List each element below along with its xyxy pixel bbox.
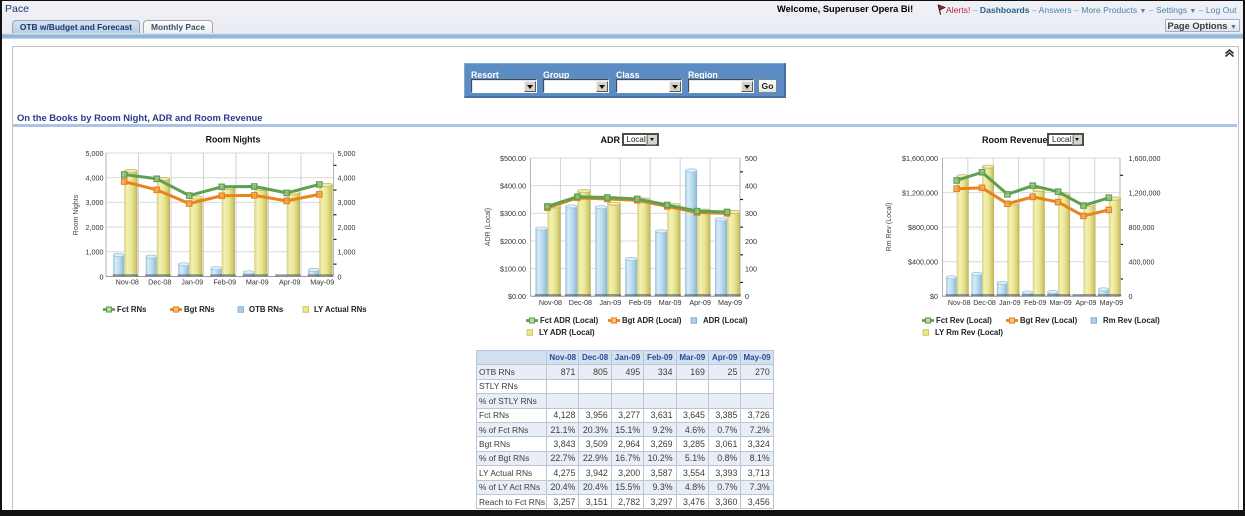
svg-text:500: 500 xyxy=(745,154,757,163)
svg-text:400: 400 xyxy=(745,181,757,190)
svg-text:LY ADR (Local): LY ADR (Local) xyxy=(539,328,595,337)
svg-text:Nov-08: Nov-08 xyxy=(539,298,562,307)
svg-text:300: 300 xyxy=(745,209,757,218)
svg-text:0: 0 xyxy=(338,272,342,281)
svg-text:Mar-09: Mar-09 xyxy=(659,298,682,307)
svg-text:$800,000: $800,000 xyxy=(908,223,938,232)
svg-text:Jan-09: Jan-09 xyxy=(999,300,1021,307)
svg-text:Jan-09: Jan-09 xyxy=(181,278,203,287)
svg-text:100: 100 xyxy=(745,264,757,273)
svg-text:0: 0 xyxy=(745,292,749,301)
svg-text:Jan-09: Jan-09 xyxy=(599,298,621,307)
svg-text:LY Rm Rev (Local): LY Rm Rev (Local) xyxy=(935,328,1003,337)
svg-text:$0: $0 xyxy=(930,292,938,301)
svg-text:Dec-08: Dec-08 xyxy=(148,278,171,287)
svg-text:Apr-09: Apr-09 xyxy=(689,298,711,307)
svg-text:2,000: 2,000 xyxy=(86,223,104,232)
svg-text:Rm Rev (Local): Rm Rev (Local) xyxy=(886,203,893,252)
svg-text:$1,200,000: $1,200,000 xyxy=(902,188,938,197)
svg-text:ADR (Local): ADR (Local) xyxy=(485,208,492,246)
svg-text:OTB RNs: OTB RNs xyxy=(249,305,284,314)
svg-text:ADR (Local): ADR (Local) xyxy=(703,316,748,325)
svg-text:4,000: 4,000 xyxy=(338,174,356,183)
svg-text:May-09: May-09 xyxy=(310,278,334,287)
svg-text:LY Actual RNs: LY Actual RNs xyxy=(314,305,367,314)
svg-text:Dec-08: Dec-08 xyxy=(569,298,592,307)
svg-text:$400,000: $400,000 xyxy=(908,258,938,267)
svg-text:Nov-08: Nov-08 xyxy=(948,300,971,307)
svg-text:2,000: 2,000 xyxy=(338,223,356,232)
svg-text:Apr-09: Apr-09 xyxy=(1075,300,1096,307)
svg-text:400,000: 400,000 xyxy=(1129,258,1155,267)
svg-text:Bgt Rev (Local): Bgt Rev (Local) xyxy=(1020,316,1078,325)
svg-text:Fct Rev (Local): Fct Rev (Local) xyxy=(936,316,992,325)
svg-text:3,000: 3,000 xyxy=(86,198,104,207)
svg-text:Rm Rev (Local): Rm Rev (Local) xyxy=(1103,316,1160,325)
svg-text:5,000: 5,000 xyxy=(338,149,356,158)
svg-text:May-09: May-09 xyxy=(718,298,742,307)
svg-text:Bgt RNs: Bgt RNs xyxy=(184,305,215,314)
svg-text:Room Nights: Room Nights xyxy=(73,194,80,235)
svg-text:Apr-09: Apr-09 xyxy=(279,278,301,287)
svg-text:Feb-09: Feb-09 xyxy=(629,298,652,307)
svg-text:Fct ADR (Local): Fct ADR (Local) xyxy=(540,316,599,325)
svg-text:Fct RNs: Fct RNs xyxy=(117,305,147,314)
svg-text:May-09: May-09 xyxy=(1100,300,1123,307)
svg-text:Feb-09: Feb-09 xyxy=(213,278,236,287)
svg-text:$100.00: $100.00 xyxy=(500,264,526,273)
svg-text:4,000: 4,000 xyxy=(86,174,104,183)
svg-text:$1,600,000: $1,600,000 xyxy=(902,154,938,163)
svg-text:5,000: 5,000 xyxy=(86,149,104,158)
svg-text:$0.00: $0.00 xyxy=(508,292,526,301)
svg-text:Dec-08: Dec-08 xyxy=(973,300,996,307)
svg-text:1,000: 1,000 xyxy=(338,248,356,257)
svg-text:800,000: 800,000 xyxy=(1129,223,1155,232)
svg-text:200: 200 xyxy=(745,237,757,246)
svg-text:$400.00: $400.00 xyxy=(500,181,526,190)
svg-text:Feb-09: Feb-09 xyxy=(1024,300,1046,307)
svg-text:1,200,000: 1,200,000 xyxy=(1129,188,1161,197)
svg-text:Bgt ADR (Local): Bgt ADR (Local) xyxy=(622,316,682,325)
svg-text:Room Nights: Room Nights xyxy=(206,135,261,145)
svg-text:1,000: 1,000 xyxy=(86,248,104,257)
svg-text:Nov-08: Nov-08 xyxy=(116,278,139,287)
svg-text:1,600,000: 1,600,000 xyxy=(1129,154,1161,163)
svg-text:$500.00: $500.00 xyxy=(500,154,526,163)
svg-text:3,000: 3,000 xyxy=(338,198,356,207)
svg-text:0: 0 xyxy=(1129,292,1133,301)
svg-text:Mar-09: Mar-09 xyxy=(246,278,269,287)
svg-text:$300.00: $300.00 xyxy=(500,209,526,218)
svg-text:0: 0 xyxy=(100,272,104,281)
svg-text:$200.00: $200.00 xyxy=(500,237,526,246)
svg-text:Mar-09: Mar-09 xyxy=(1050,300,1072,307)
